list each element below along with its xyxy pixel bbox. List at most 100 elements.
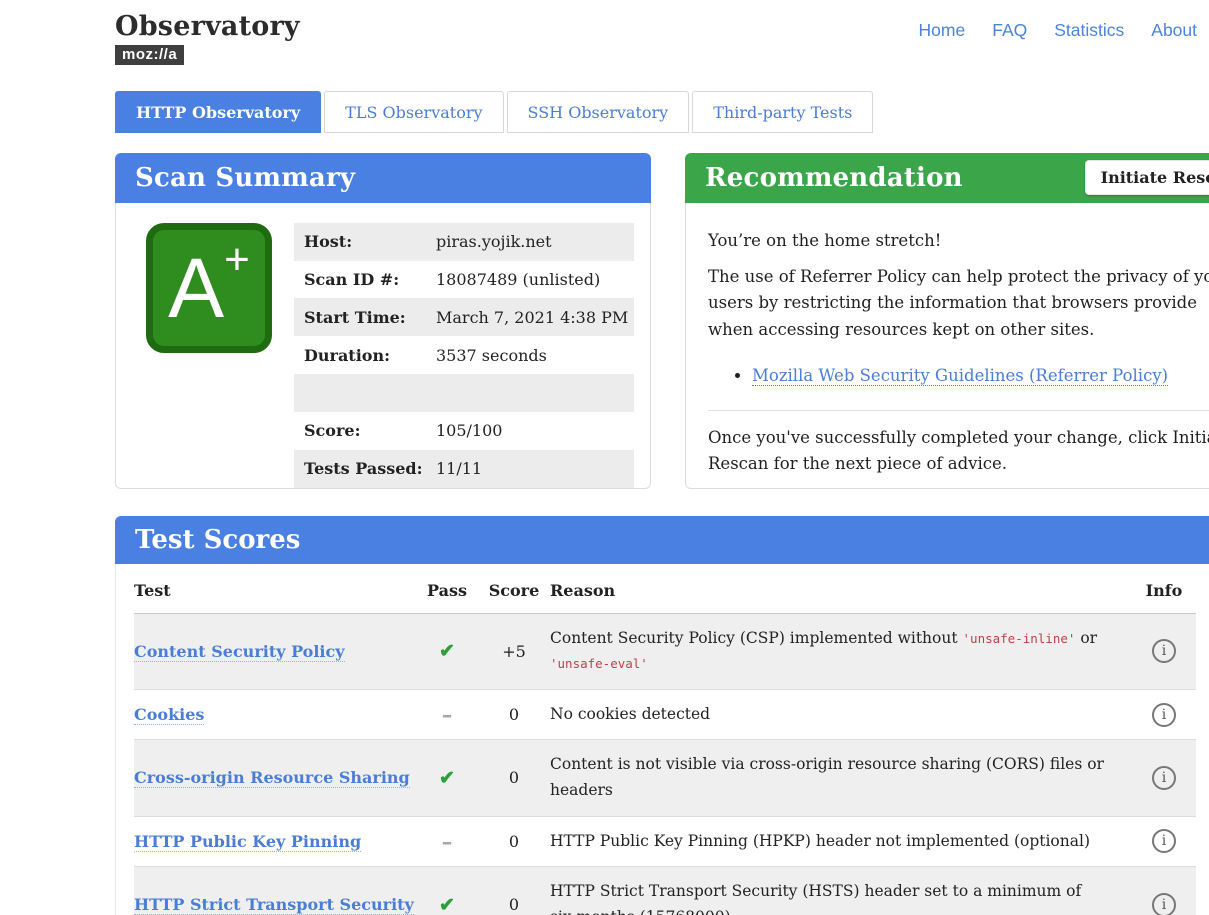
summary-value: 3537 seconds xyxy=(430,336,634,374)
column-header-pass: Pass xyxy=(416,564,478,614)
reason-text: HTTP Public Key Pinning (HPKP) header no… xyxy=(550,816,1132,867)
test-link-cookies[interactable]: Cookies xyxy=(134,705,204,725)
score-value: 0 xyxy=(478,816,550,867)
test-scores-banner: Test Scores xyxy=(115,516,1209,564)
page-header: Observatory moz://a Home FAQ Statistics Abo… xyxy=(0,0,1209,65)
test-row-http-strict-transport-security: HTTP Strict Transport Security ✔ 0HTTP Str… xyxy=(134,867,1196,915)
score-value: 0 xyxy=(478,867,550,915)
column-header-test: Test xyxy=(134,564,416,614)
grade-letter: A xyxy=(168,246,224,330)
test-row-cookies: Cookies –0No cookies detected i xyxy=(134,689,1196,740)
summary-row-host: Host:piras.yojik.net xyxy=(294,223,634,261)
info-icon[interactable]: i xyxy=(1152,639,1176,663)
grade-badge: A + xyxy=(146,223,272,353)
nav-link-home[interactable]: Home xyxy=(919,20,966,40)
summary-row-duration: Duration:3537 seconds xyxy=(294,336,634,374)
nav-link-faq[interactable]: FAQ xyxy=(992,20,1027,40)
nav-link-about[interactable]: About xyxy=(1151,20,1197,40)
summary-value: 18087489 (unlisted) xyxy=(430,261,634,299)
code-snippet: 'unsafe-inline' xyxy=(963,631,1076,646)
scan-summary-header: Scan Summary xyxy=(115,153,651,203)
mozilla-logo: moz://a xyxy=(115,45,184,65)
pass-check-icon: ✔ xyxy=(439,894,455,915)
test-link-cross-origin-resource-sharing[interactable]: Cross-origin Resource Sharing xyxy=(134,768,410,788)
code-snippet: 'unsafe-eval' xyxy=(550,656,648,671)
summary-value: piras.yojik.net xyxy=(430,223,634,261)
column-header-info: Info xyxy=(1132,564,1196,614)
column-header-reason: Reason xyxy=(550,564,1132,614)
summary-label: Tests Passed: xyxy=(294,450,430,488)
top-panels: Scan Summary A + Host:piras.yojik.netSca… xyxy=(115,153,1209,489)
summary-row-scan-id: Scan ID #:18087489 (unlisted) xyxy=(294,261,634,299)
test-scores-section: Test Scores Test Pass Score Reason Info … xyxy=(115,516,1209,915)
info-icon[interactable]: i xyxy=(1152,893,1176,915)
summary-row-tests-passed: Tests Passed:11/11 xyxy=(294,450,634,488)
summary-value xyxy=(430,374,634,412)
info-icon[interactable]: i xyxy=(1152,703,1176,727)
recommendation-text: The use of Referrer Policy can help prot… xyxy=(708,264,1209,343)
summary-row-start-time: Start Time:March 7, 2021 4:38 PM xyxy=(294,298,634,336)
summary-label: Score: xyxy=(294,412,430,450)
scan-summary-title: Scan Summary xyxy=(135,163,355,193)
scan-summary-rows: Host:piras.yojik.netScan ID #:18087489 (… xyxy=(294,223,634,488)
pass-check-icon: ✔ xyxy=(439,767,455,789)
recommendation-intro: You’re on the home stretch! xyxy=(708,228,1209,254)
recommendation-body: You’re on the home stretch! The use of R… xyxy=(685,203,1209,489)
test-link-http-strict-transport-security[interactable]: HTTP Strict Transport Security xyxy=(134,895,414,915)
test-row-content-security-policy: Content Security Policy ✔ +5Content Securi… xyxy=(134,613,1196,689)
test-scores-table: Test Pass Score Reason Info Content Secu… xyxy=(134,564,1196,915)
brand-title: Observatory xyxy=(115,12,300,42)
summary-label xyxy=(294,374,430,412)
nav-link-statistics[interactable]: Statistics xyxy=(1054,20,1124,40)
test-scores-rows: Content Security Policy ✔ +5Content Securi… xyxy=(134,613,1196,915)
reason-text: Content Security Policy (CSP) implemente… xyxy=(550,613,1132,689)
summary-row-score: Score:105/100 xyxy=(294,412,634,450)
summary-value: 105/100 xyxy=(430,412,634,450)
test-link-content-security-policy[interactable]: Content Security Policy xyxy=(134,642,345,662)
pass-dash-icon: – xyxy=(442,829,453,854)
tab-tls-observatory[interactable]: TLS Observatory xyxy=(324,91,503,133)
tab-ssh-observatory[interactable]: SSH Observatory xyxy=(507,91,690,133)
summary-label: Start Time: xyxy=(294,298,430,336)
recommendation-header: Recommendation Initiate Rescan xyxy=(685,153,1209,203)
grade-modifier: + xyxy=(224,238,250,282)
score-value: 0 xyxy=(478,689,550,740)
summary-label: Host: xyxy=(294,223,430,261)
score-value: +5 xyxy=(478,613,550,689)
test-scores-body: Test Pass Score Reason Info Content Secu… xyxy=(115,564,1209,915)
column-header-score: Score xyxy=(478,564,550,614)
summary-label: Duration: xyxy=(294,336,430,374)
tab-third-party-tests[interactable]: Third-party Tests xyxy=(692,91,873,133)
test-row-cross-origin-resource-sharing: Cross-origin Resource Sharing ✔ 0Content i… xyxy=(134,740,1196,816)
recommendation-footer: Once you've successfully completed your … xyxy=(708,425,1209,478)
summary-value: 11/11 xyxy=(430,450,634,488)
summary-row-spacer xyxy=(294,374,634,412)
summary-label: Scan ID #: xyxy=(294,261,430,299)
tab-http-observatory[interactable]: HTTP Observatory xyxy=(115,91,321,133)
scan-summary-body: A + Host:piras.yojik.netScan ID #:180874… xyxy=(115,203,651,489)
main-nav: Home FAQ Statistics About xyxy=(892,20,1197,41)
test-scores-title: Test Scores xyxy=(135,525,300,555)
recommendation-panel: Recommendation Initiate Rescan You’re on… xyxy=(685,153,1209,489)
info-icon[interactable]: i xyxy=(1152,829,1176,853)
reason-text: No cookies detected xyxy=(550,689,1132,740)
summary-value: March 7, 2021 4:38 PM xyxy=(430,298,634,336)
pass-check-icon: ✔ xyxy=(439,640,455,662)
initiate-rescan-button[interactable]: Initiate Rescan xyxy=(1085,160,1209,195)
referrer-policy-guidelines-link[interactable]: Mozilla Web Security Guidelines (Referre… xyxy=(752,366,1168,386)
score-value: 0 xyxy=(478,740,550,816)
reason-text: HTTP Strict Transport Security (HSTS) he… xyxy=(550,867,1132,915)
test-row-http-public-key-pinning: HTTP Public Key Pinning –0HTTP Public Key… xyxy=(134,816,1196,867)
pass-dash-icon: – xyxy=(442,702,453,727)
scan-summary-table: Host:piras.yojik.netScan ID #:18087489 (… xyxy=(294,223,634,488)
tab-bar: HTTP ObservatoryTLS ObservatorySSH Obser… xyxy=(115,91,1209,133)
test-link-http-public-key-pinning[interactable]: HTTP Public Key Pinning xyxy=(134,832,361,852)
recommendation-links: Mozilla Web Security Guidelines (Referre… xyxy=(708,363,1209,389)
scan-summary-panel: Scan Summary A + Host:piras.yojik.netSca… xyxy=(115,153,651,489)
recommendation-title: Recommendation xyxy=(705,163,963,193)
reason-text: Content is not visible via cross-origin … xyxy=(550,740,1132,816)
table-header-row: Test Pass Score Reason Info xyxy=(134,564,1196,614)
info-icon[interactable]: i xyxy=(1152,766,1176,790)
brand-logo[interactable]: Observatory moz://a xyxy=(115,12,300,65)
list-item: Mozilla Web Security Guidelines (Referre… xyxy=(752,363,1209,389)
